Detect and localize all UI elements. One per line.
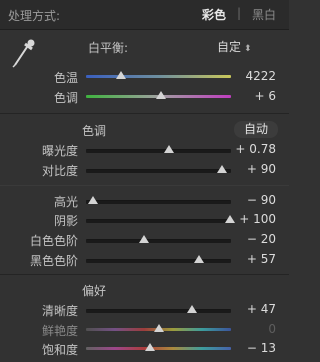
exposure-value[interactable]: + 0.78 [226, 142, 276, 156]
blacks-slider-thumb[interactable] [194, 255, 205, 263]
eyedropper-icon[interactable] [9, 35, 37, 69]
saturation-slider-track[interactable] [86, 347, 231, 350]
tint-label: 色调 [53, 91, 78, 105]
highlights-label: 高光 [53, 195, 78, 209]
clarity-value[interactable]: + 47 [226, 302, 276, 316]
tone-section-title: 色调 [82, 124, 107, 138]
bw-option[interactable]: 黑白 [252, 6, 276, 23]
saturation-value[interactable]: − 13 [226, 341, 276, 355]
blacks-value[interactable]: + 57 [226, 252, 276, 266]
contrast-value[interactable]: + 90 [226, 162, 276, 176]
clarity-slider-thumb[interactable] [186, 305, 197, 313]
saturation-label: 饱和度 [41, 343, 78, 357]
exposure-label: 曝光度 [41, 144, 78, 158]
whites-slider-thumb[interactable] [139, 235, 149, 243]
blacks-label: 黑色色阶 [29, 254, 78, 268]
highlights-slider-thumb[interactable] [88, 196, 99, 204]
shadows-slider-track[interactable] [86, 219, 231, 223]
vibrance-value[interactable]: 0 [226, 322, 276, 336]
vibrance-label: 鲜艳度 [41, 324, 78, 338]
chevron-updown-icon: ⬍ [244, 44, 252, 54]
contrast-label: 对比度 [41, 164, 78, 178]
tone-group-divider [0, 185, 289, 186]
clarity-slider-track[interactable] [86, 309, 231, 313]
white-balance-value: 自定 [217, 40, 242, 54]
temp-label: 色温 [53, 71, 78, 85]
treatment-separator: | [237, 6, 242, 20]
vibrance-slider-thumb[interactable] [153, 324, 164, 332]
color-option[interactable]: 彩色 [202, 6, 226, 23]
highlights-slider-track[interactable] [86, 200, 231, 204]
auto-button[interactable]: 自动 [234, 121, 278, 138]
blacks-slider-track[interactable] [86, 259, 231, 263]
clarity-label: 清晰度 [41, 304, 78, 318]
contrast-slider-track[interactable] [86, 169, 231, 173]
exposure-slider-track[interactable] [86, 149, 231, 153]
tint-slider-thumb[interactable] [156, 91, 167, 99]
temp-value[interactable]: 4222 [226, 69, 276, 83]
white-balance-select[interactable]: 自定 ⬍ [217, 38, 252, 55]
whites-slider-track[interactable] [86, 239, 231, 243]
tint-value[interactable]: + 6 [226, 89, 276, 103]
saturation-slider-thumb[interactable] [144, 343, 155, 351]
presence-section-title: 偏好 [82, 284, 107, 298]
section-divider [0, 274, 289, 275]
temp-slider-thumb[interactable] [115, 71, 126, 79]
shadows-label: 阴影 [53, 214, 78, 228]
whites-value[interactable]: − 20 [226, 232, 276, 246]
whites-label: 白色色阶 [29, 234, 78, 248]
treatment-label: 处理方式: [8, 9, 61, 23]
treatment-bar: 处理方式: 彩色 | 黑白 [0, 0, 289, 30]
exposure-slider-thumb[interactable] [163, 145, 174, 153]
temp-slider-track[interactable] [86, 75, 231, 78]
highlights-value[interactable]: − 90 [226, 193, 276, 207]
shadows-value[interactable]: + 100 [226, 212, 276, 226]
section-divider [0, 113, 289, 114]
white-balance-label: 白平衡: [88, 41, 129, 55]
